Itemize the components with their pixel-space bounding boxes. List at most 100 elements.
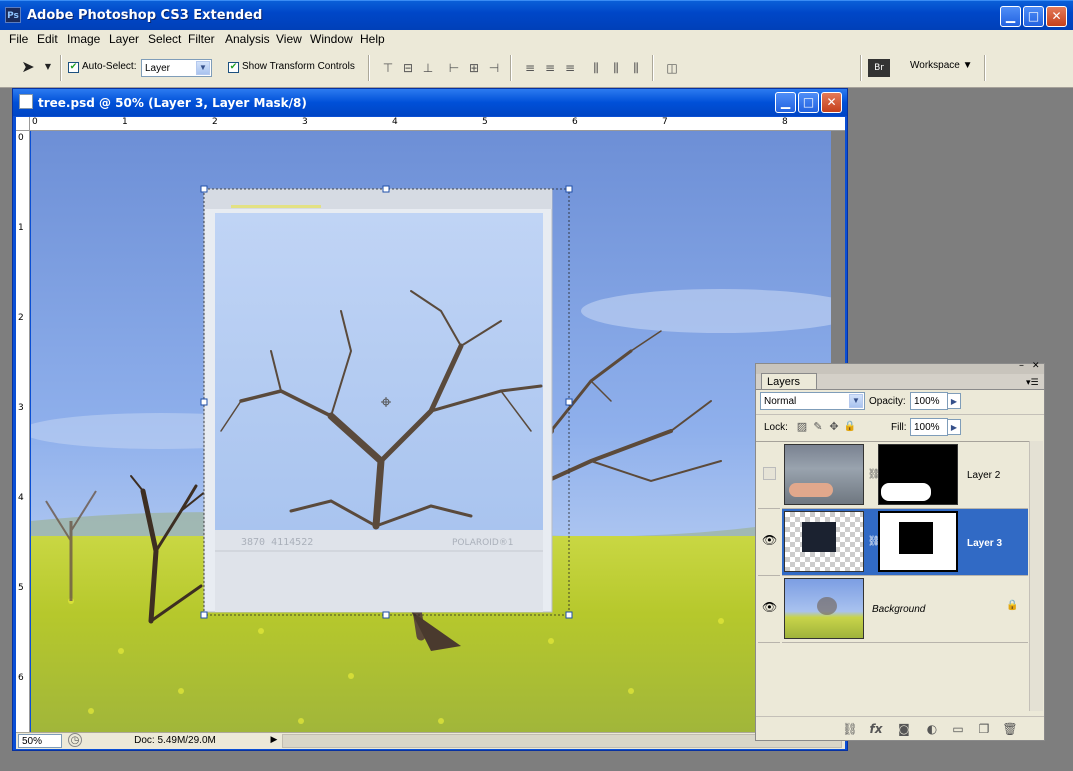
auto-align-layers-icon[interactable]: ◫ [664,60,680,76]
show-transform-label: Show Transform Controls [242,61,355,72]
transform-handle-sw[interactable] [200,611,208,619]
auto-select-checkbox[interactable]: ✔ [68,62,79,73]
layer-name[interactable]: Background [872,604,925,615]
panel-minimize-icon[interactable]: – [1019,360,1024,371]
distribute-top-icon[interactable]: ≡ [522,60,538,76]
transform-handle-ne[interactable] [565,185,573,193]
menu-analysis[interactable]: Analysis [225,32,270,46]
auto-select-dropdown[interactable]: Layer ▼ [141,59,212,77]
status-menu-arrow-icon[interactable]: ▶ [268,733,280,747]
layer-visibility-toggle[interactable]: 👁 [758,576,780,643]
tool-preset-dropdown-icon[interactable]: ▼ [40,59,56,75]
align-bottom-icon[interactable]: ⊥ [420,60,436,76]
distribute-right-icon[interactable]: ⫼ [628,60,644,76]
tab-layers[interactable]: Layers ✕ [761,373,817,399]
horizontal-ruler[interactable]: 0 1 2 3 4 5 6 7 8 [30,117,845,131]
doc-minimize-button[interactable]: ▁ [775,92,796,113]
zoom-field[interactable]: 50% [18,734,62,748]
panel-close-icon[interactable]: ✕ [1032,361,1040,371]
new-group-icon[interactable]: ▭ [950,721,966,737]
layer-name[interactable]: Layer 2 [967,470,1000,481]
ruler-tick-label: 0 [32,117,38,127]
layer-name[interactable]: Layer 3 [967,538,1002,549]
workspace-menu[interactable]: Workspace ▼ [910,60,973,71]
status-info-icon[interactable]: ◷ [68,733,82,747]
layer-row-layer-3[interactable]: ⛓ Layer 3 [782,509,1028,576]
separator [984,55,986,81]
blend-mode-dropdown[interactable]: Normal ▼ [760,392,865,410]
maximize-icon: □ [802,95,815,109]
align-horizontal-center-icon[interactable]: ⊞ [466,60,482,76]
menu-help[interactable]: Help [360,32,385,46]
photoshop-app-icon: Ps [5,7,21,23]
layer-row-background[interactable]: Background 🔒 [782,576,1028,643]
close-button[interactable]: ✕ [1046,6,1067,27]
lock-position-icon[interactable]: ✥ [826,419,842,435]
opacity-field[interactable]: 100% [910,392,948,410]
delete-layer-icon[interactable]: 🗑 [1002,721,1018,737]
menu-window[interactable]: Window [310,32,353,46]
minimize-button[interactable]: ▁ [1000,6,1021,27]
distribute-vertical-center-icon[interactable]: ≡ [542,60,558,76]
vertical-ruler[interactable]: 0 1 2 3 4 5 6 [16,131,30,732]
align-right-icon[interactable]: ⊣ [486,60,502,76]
align-vertical-center-icon[interactable]: ⊟ [400,60,416,76]
transform-handle-se[interactable] [565,611,573,619]
move-tool-icon[interactable]: ➤ [20,59,36,75]
polaroid-layer[interactable]: 3870 4114522 POLAROID®1 [203,188,553,613]
menu-image[interactable]: Image [67,32,100,46]
menu-select[interactable]: Select [148,32,181,46]
new-layer-icon[interactable]: ❐ [976,721,992,737]
fill-slider-arrow-icon[interactable]: ▶ [947,419,961,435]
transform-handle-w[interactable] [200,398,208,406]
close-icon: ✕ [1051,9,1062,23]
layer-2-mask-thumbnail[interactable] [878,444,958,505]
transform-handle-e[interactable] [565,398,573,406]
transform-handle-s[interactable] [382,611,390,619]
menu-layer[interactable]: Layer [109,32,139,46]
adjustment-layer-icon[interactable]: ◐ [924,721,940,737]
ruler-tick-label: 3 [302,117,308,127]
bridge-icon[interactable]: Br [868,59,890,77]
opacity-slider-arrow-icon[interactable]: ▶ [947,393,961,409]
menu-edit[interactable]: Edit [37,32,58,46]
separator [652,55,654,81]
add-mask-icon[interactable]: ◙ [896,721,912,737]
link-layers-icon[interactable]: ⛓ [842,721,858,737]
fx-layer-style-icon[interactable]: fx [868,721,884,737]
menu-view[interactable]: View [276,32,302,46]
lock-all-icon[interactable]: 🔒 [842,419,858,435]
layer-2-thumbnail[interactable] [784,444,864,505]
menu-file[interactable]: File [9,32,28,46]
ruler-tick-label: 1 [18,223,24,233]
doc-close-button[interactable]: ✕ [821,92,842,113]
polaroid-brand: POLAROID®1 [452,538,514,548]
layer-visibility-toggle[interactable]: 👁 [758,509,780,576]
image-canvas[interactable]: 3870 4114522 POLAROID®1 [31,131,831,732]
layer-3-mask-thumbnail[interactable] [878,511,958,572]
layer-row-layer-2[interactable]: ⛓ Layer 2 [782,442,1028,509]
distribute-horizontal-center-icon[interactable]: ⫼ [608,60,624,76]
caret-down-icon: ▼ [962,60,973,71]
ruler-origin[interactable] [16,117,30,131]
panel-menu-icon[interactable]: ▾☰ [1026,378,1039,388]
layer-3-thumbnail[interactable] [784,511,864,572]
transform-handle-nw[interactable] [200,185,208,193]
distribute-left-icon[interactable]: ⫼ [588,60,604,76]
transform-handle-n[interactable] [382,185,390,193]
align-top-icon[interactable]: ⊤ [380,60,396,76]
layer-list-scrollbar[interactable] [1029,441,1043,711]
distribute-bottom-icon[interactable]: ≡ [562,60,578,76]
show-transform-checkbox[interactable]: ✔ [228,62,239,73]
lock-pixels-icon[interactable]: ✎ [810,419,826,435]
maximize-button[interactable]: □ [1023,6,1044,27]
auto-select-value: Layer [145,63,171,74]
fill-field[interactable]: 100% [910,418,948,436]
align-left-icon[interactable]: ⊢ [446,60,462,76]
lock-transparency-icon[interactable]: ▨ [794,419,810,435]
doc-maximize-button[interactable]: □ [798,92,819,113]
menu-filter[interactable]: Filter [188,32,215,46]
background-thumbnail[interactable] [784,578,864,639]
layer-visibility-toggle[interactable] [758,442,780,509]
fill-label: Fill: [891,422,907,433]
